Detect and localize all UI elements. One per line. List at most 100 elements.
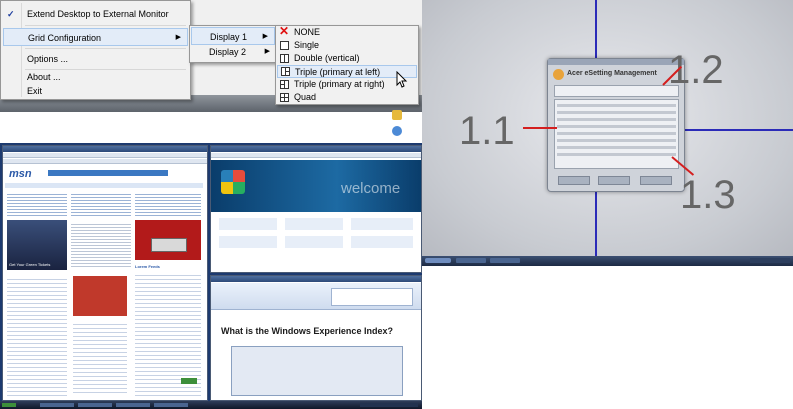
taskbar-item[interactable] [490, 258, 520, 263]
window-title-bar [3, 146, 207, 152]
menu-item-label: NONE [294, 27, 321, 37]
monitor-grid-preview: Acer eSetting Management 1.1 1.2 1.3 [422, 0, 793, 266]
taskbar-item[interactable] [154, 403, 188, 407]
browser-window-msn[interactable]: msn Get Your Green Tickets Lorem Feeds [2, 145, 208, 401]
settings-row [557, 146, 676, 149]
window-button[interactable] [598, 176, 630, 185]
desktop-folder-icon[interactable] [392, 110, 402, 120]
toolbar [211, 153, 421, 158]
task-tile[interactable] [219, 218, 277, 230]
checkmark-icon: ✓ [7, 9, 15, 19]
context-menu-screenshot: ✓ Extend Desktop to External Monitor Gri… [0, 0, 422, 136]
start-button[interactable] [2, 403, 16, 407]
settings-row [557, 118, 676, 121]
tab-strip [554, 85, 679, 97]
menu-item-label: Display 1 [210, 32, 248, 42]
link-column [135, 192, 201, 216]
taskbar-item[interactable] [40, 403, 74, 407]
taskbar-item[interactable] [116, 403, 150, 407]
menu-item-grid-configuration[interactable]: Grid Configuration ▶ [3, 28, 188, 46]
desktop-globe-icon[interactable] [392, 126, 402, 136]
submenu-arrow-icon: ▶ [175, 34, 181, 41]
ad-image[interactable] [73, 276, 127, 316]
menu-item-none[interactable]: ✕ NONE [276, 24, 418, 39]
menu-item-label: Display 2 [209, 47, 247, 57]
menu-item-label: About ... [27, 72, 61, 82]
mouse-cursor-icon [396, 71, 408, 88]
style-gallery[interactable] [331, 288, 413, 306]
welcome-text: welcome [341, 180, 401, 197]
msn-logo[interactable]: msn [9, 168, 32, 180]
window-button[interactable] [640, 176, 672, 185]
embedded-screenshot [231, 346, 403, 396]
toolbar [3, 159, 207, 164]
single-layout-icon [280, 41, 289, 50]
address-bar[interactable] [3, 153, 207, 158]
menu-item-label: Grid Configuration [28, 33, 102, 43]
menu-item-double-vertical[interactable]: Double (vertical) [276, 52, 418, 65]
settings-row [557, 153, 676, 156]
window-title-bar [211, 276, 421, 282]
menu-item-exit[interactable]: Exit [1, 82, 190, 100]
task-tile[interactable] [219, 236, 277, 248]
document-headline: What is the Windows Experience Index? [221, 326, 393, 336]
task-tile[interactable] [285, 236, 343, 248]
menu-item-label: Triple (primary at left) [295, 67, 381, 77]
quad-layout-icon [280, 93, 289, 102]
system-tray [360, 403, 418, 407]
taskbar-item[interactable] [78, 403, 112, 407]
menu-item-label: Exit [27, 86, 43, 96]
region-label-1-1: 1.1 [459, 109, 515, 153]
menu-item-display-2[interactable]: Display 2 ▶ [190, 43, 276, 61]
settings-row [557, 125, 676, 128]
acer-esetting-window[interactable]: Acer eSetting Management [547, 58, 685, 192]
system-tray [750, 258, 790, 263]
settings-row [557, 111, 676, 114]
menu-item-label: Double (vertical) [294, 53, 360, 63]
menu-item-single[interactable]: Single [276, 39, 418, 52]
headline-list [73, 321, 127, 396]
settings-row [557, 104, 676, 107]
window-title-bar [548, 59, 684, 65]
triple-left-layout-icon [281, 67, 290, 76]
msn-search-bar[interactable] [48, 170, 168, 176]
promo-button[interactable] [151, 238, 187, 252]
layout-submenu: ✕ NONE Single Double (vertical) Triple (… [275, 25, 419, 105]
submenu-arrow-icon: ▶ [264, 48, 270, 55]
settings-panel [554, 99, 679, 169]
nav-strip [5, 183, 203, 188]
task-tile[interactable] [351, 218, 413, 230]
menu-item-quad[interactable]: Quad [276, 91, 418, 104]
section-header: Lorem Feeds [135, 264, 160, 269]
task-tile[interactable] [351, 236, 413, 248]
app-title: Acer eSetting Management [567, 70, 657, 77]
window-button[interactable] [558, 176, 590, 185]
menu-item-label: Options ... [27, 54, 69, 64]
welcome-center-window[interactable]: welcome [210, 145, 422, 273]
windows-logo-icon [221, 170, 245, 194]
menu-item-extend-desktop[interactable]: ✓ Extend Desktop to External Monitor [1, 5, 190, 23]
menu-separator [25, 25, 186, 26]
red-x-icon: ✕ [279, 24, 290, 38]
region-label-1-3: 1.3 [680, 173, 736, 217]
news-text [71, 222, 131, 268]
green-button[interactable] [181, 378, 197, 384]
triple-right-layout-icon [280, 80, 289, 89]
settings-row [557, 139, 676, 142]
double-vertical-layout-icon [280, 54, 289, 63]
tiled-desktop-screenshot: msn Get Your Green Tickets Lorem Feeds w… [0, 143, 422, 409]
menu-separator [25, 48, 186, 49]
news-headline[interactable]: Get Your Green Tickets [9, 262, 50, 267]
link-column [71, 192, 131, 216]
menu-item-label: Single [294, 40, 320, 50]
menu-item-label: Quad [294, 92, 317, 102]
pointer-line-1-1 [523, 127, 557, 129]
start-button[interactable] [425, 258, 451, 263]
taskbar-item[interactable] [456, 258, 486, 263]
menu-item-label: Extend Desktop to External Monitor [27, 9, 169, 19]
task-tile[interactable] [285, 218, 343, 230]
app-logo-icon [553, 69, 564, 80]
word-document-window[interactable]: What is the Windows Experience Index? [210, 275, 422, 401]
context-menu: ✓ Extend Desktop to External Monitor Gri… [0, 0, 191, 100]
menu-item-options[interactable]: Options ... [1, 50, 190, 68]
